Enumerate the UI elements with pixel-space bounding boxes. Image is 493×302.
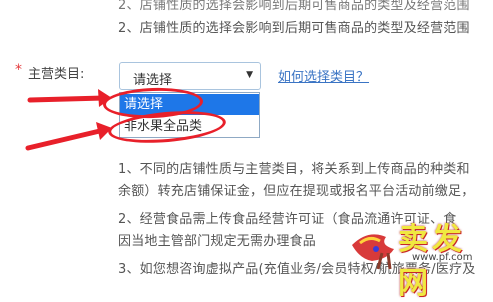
category-dropdown-list: 请选择 非水果全品类 [119,92,260,138]
main-category-select[interactable]: 请选择 ▼ [119,62,261,90]
chevron-down-icon: ▼ [246,70,253,80]
how-to-choose-category-link[interactable]: 如何选择类目？ [278,66,369,85]
note-2-line-2: 因当地主管部门规定无需办理食品 [118,234,317,249]
required-asterisk: * [15,62,22,78]
main-category-label: 主营类目: [28,67,85,82]
select-current-value: 请选择 [133,73,173,88]
dropdown-option-non-fruit-all[interactable]: 非水果全品类 [120,116,259,137]
annotation-arrow-2 [25,122,112,151]
annotation-arrow-1 [27,89,112,107]
dropdown-option-please-select[interactable]: 请选择 [120,94,259,115]
note-store-type-impact: 2、店铺性质的选择会影响到后期可售商品的类型及经营范围 [118,21,470,36]
note-1-line-2: 余额）转充店铺保证金，但应在提现或报名平台活动前缴足， [118,184,475,199]
note-top-clipped: 2、店铺性质的选择会影响到后期可售商品的类型及经营范围 [118,0,470,13]
watermark-url: www.pf.com [412,252,473,263]
note-1-line-1: 1、不同的店铺性质与主营类目，将关系到上传商品的种类和 [118,162,470,177]
